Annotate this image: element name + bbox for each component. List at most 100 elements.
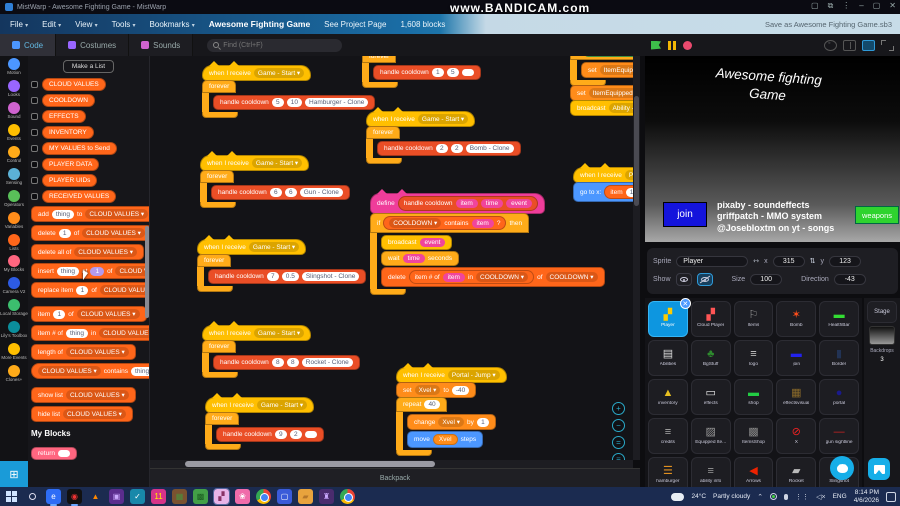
- reporter-block[interactable]: item # of item in COOLDOWN ▾: [408, 270, 535, 284]
- sprite-tile-gun-sightline[interactable]: — gun sightline: [819, 418, 859, 454]
- stack-block[interactable]: broadcastAbility - Tick ▾: [570, 100, 633, 116]
- stack-block[interactable]: setItemEquipped ▾to: [570, 85, 633, 101]
- dropdown[interactable]: COOLDOWN ▾: [545, 272, 598, 282]
- menu-bookmarks[interactable]: Bookmarks ▾: [150, 20, 195, 29]
- c-block[interactable]: forever handle cooldown 7 0.5 Slingshot - Cl…: [197, 254, 367, 292]
- input-oval[interactable]: 9: [274, 430, 287, 439]
- layers-icon[interactable]: ⧉: [828, 1, 834, 11]
- tab-code[interactable]: Code: [0, 34, 57, 56]
- category-my-blocks[interactable]: My Blocks: [4, 255, 24, 273]
- taskbar-app-creeper[interactable]: ▩: [193, 489, 208, 504]
- stack-block[interactable]: length of CLOUD VALUES ▾: [31, 344, 136, 360]
- show-hidden-button[interactable]: [696, 272, 713, 286]
- dropdown[interactable]: ItemEquipped ▾: [599, 65, 633, 75]
- sprite-tile-equipped-ite-[interactable]: ▨ Equipped Ite...: [690, 418, 731, 454]
- dropdown[interactable]: ItemEquipped ▾: [588, 88, 633, 98]
- stack-block[interactable]: handle cooldown 2 2 Bomb - Clone: [377, 141, 521, 156]
- weapons-button[interactable]: weapons: [855, 206, 899, 224]
- tab-costumes[interactable]: Costumes: [56, 34, 130, 56]
- stage-preview[interactable]: Awesome fighting Game join weapons pixab…: [645, 56, 900, 242]
- input-oval[interactable]: Bomb - Clone: [465, 144, 514, 153]
- sprite-tile-portal[interactable]: ● portal: [819, 379, 859, 415]
- taskbar-app-pink-app[interactable]: ❀: [235, 489, 250, 504]
- script-10[interactable]: ifkey pressed?thensetItemEquipped ▾to se…: [570, 56, 633, 116]
- input-oval[interactable]: -40: [451, 385, 470, 395]
- stack-block[interactable]: go to x:item1ofCOOLDOWN ▾: [573, 182, 633, 202]
- sprite-tile-cloud-player[interactable]: ▞ Cloud Player: [690, 301, 731, 337]
- green-flag-icon[interactable]: [651, 40, 661, 50]
- hat-block[interactable]: when I receive Game - Start ▾: [202, 61, 312, 81]
- palette-scrollbar[interactable]: [145, 226, 149, 318]
- dropdown[interactable]: Xvel ▾: [438, 417, 465, 427]
- input-oval[interactable]: 0.5: [281, 272, 299, 281]
- stack-block[interactable]: RECEIVED VALUES: [42, 190, 117, 203]
- menu-view[interactable]: View ▾: [75, 20, 97, 29]
- input-oval[interactable]: Gun - Clone: [299, 188, 343, 197]
- stack-block[interactable]: CLOUD VALUES: [42, 78, 106, 91]
- category-events[interactable]: Events: [7, 123, 21, 142]
- input-oval[interactable]: 1: [76, 285, 89, 295]
- list-monitor-checkbox[interactable]: [31, 81, 38, 88]
- script-9[interactable]: when I receive Portal - Jump ▾ set Xvel ▾ to…: [396, 362, 507, 456]
- stack-block[interactable]: handle cooldown 7 0.5 Slingshot - Clone: [208, 269, 367, 284]
- category-sound[interactable]: Sound: [7, 101, 21, 120]
- weather-temp[interactable]: 24°C: [691, 493, 706, 500]
- input-oval[interactable]: 1: [431, 68, 444, 77]
- dropdown[interactable]: CLOUD VALUES ▾: [99, 285, 149, 295]
- script-2[interactable]: when I receive Game - Start ▾ forever handl…: [200, 150, 350, 208]
- input-oval[interactable]: 6: [269, 188, 282, 197]
- language-indicator[interactable]: ENG: [833, 493, 847, 500]
- input-oval[interactable]: thing: [65, 328, 89, 338]
- script-7[interactable]: when I receive Game - Start ▾ forever handl…: [366, 106, 521, 164]
- see-project-page-link[interactable]: See Project Page: [324, 20, 386, 29]
- zoom-out-button[interactable]: −: [612, 419, 625, 432]
- network-icon[interactable]: ⋮⋮: [795, 493, 809, 501]
- category-motion[interactable]: Motion: [7, 58, 21, 76]
- recording-tray-icon[interactable]: [770, 493, 778, 500]
- dropdown[interactable]: CLOUD VALUES ▾: [76, 309, 140, 319]
- stack-block[interactable]: show list CLOUD VALUES ▾: [31, 387, 136, 403]
- c-block[interactable]: ifkey pressed?thensetItemEquipped ▾to: [570, 56, 633, 86]
- c-block[interactable]: forever handle cooldown 2 2 Bomb - Clone: [366, 126, 521, 164]
- input-oval[interactable]: thing: [51, 209, 74, 219]
- taskbar-app-minecraft[interactable]: ▦: [172, 489, 187, 504]
- taskbar-app-messenger[interactable]: e: [46, 489, 61, 506]
- input-oval[interactable]: Hamburger - Clone: [305, 98, 369, 107]
- stack-block[interactable]: set Xvel ▾ to -40: [396, 382, 477, 398]
- script-1[interactable]: when I receive Game - Start ▾ forever handl…: [202, 60, 376, 118]
- stack-block[interactable]: EFFECTS: [42, 110, 86, 123]
- list-monitor-checkbox[interactable]: [31, 145, 38, 152]
- input-oval[interactable]: 2: [289, 430, 302, 439]
- taskbar-app-check-app[interactable]: ✓: [130, 489, 145, 504]
- input-oval[interactable]: 6: [284, 188, 297, 197]
- hat-block[interactable]: when I receive Portal - Jump ▾: [396, 363, 507, 383]
- stack-block[interactable]: insertthingat1ofCLOUD VALUES ▾: [31, 263, 149, 279]
- large-stage-icon[interactable]: [862, 39, 875, 51]
- start-button[interactable]: [4, 489, 19, 504]
- category-control[interactable]: Control: [7, 145, 21, 164]
- hat-block[interactable]: when I receive Game - Start ▾: [205, 393, 315, 413]
- list-monitor-checkbox[interactable]: [31, 177, 38, 184]
- category-operators[interactable]: Operators: [4, 189, 24, 208]
- list-monitor-checkbox[interactable]: [31, 97, 38, 104]
- sprite-tile-itemsshop[interactable]: ▩ ItemsShop: [733, 418, 774, 454]
- hat-block[interactable]: when I receive Game - Start ▾: [200, 151, 310, 171]
- sprite-tile-healthbar[interactable]: ▬ HealthBar: [819, 301, 859, 337]
- category-local-storage[interactable]: Local Storage: [0, 299, 28, 317]
- delete-sprite-badge[interactable]: ✕: [679, 298, 691, 309]
- list-monitor-checkbox[interactable]: [31, 161, 38, 168]
- stack-block[interactable]: delete all of CLOUD VALUES ▾: [31, 244, 145, 260]
- taskbar-app-mistwarp[interactable]: ▞: [213, 488, 230, 505]
- stage-tile[interactable]: Stage: [867, 301, 897, 323]
- c-block[interactable]: forever handle cooldown 6 6 Gun - Clone: [200, 170, 350, 208]
- stack-block[interactable]: replace item1ofCLOUD VALUES ▾w: [31, 282, 149, 298]
- category-lily-s-toolbox[interactable]: Lily's Toolbox: [1, 321, 27, 339]
- input-oval[interactable]: 7: [266, 272, 279, 281]
- script-8[interactable]: define handle cooldown item time event if COOL…: [370, 188, 605, 295]
- reporter-block[interactable]: handle cooldown item time event: [397, 196, 538, 211]
- close-button[interactable]: ✕: [889, 1, 896, 11]
- stop-icon[interactable]: [683, 40, 692, 50]
- input-oval[interactable]: 1: [90, 266, 105, 276]
- make-list-button[interactable]: Make a List: [62, 60, 115, 73]
- hat-block[interactable]: when I receivePortal - ▾: [573, 163, 633, 183]
